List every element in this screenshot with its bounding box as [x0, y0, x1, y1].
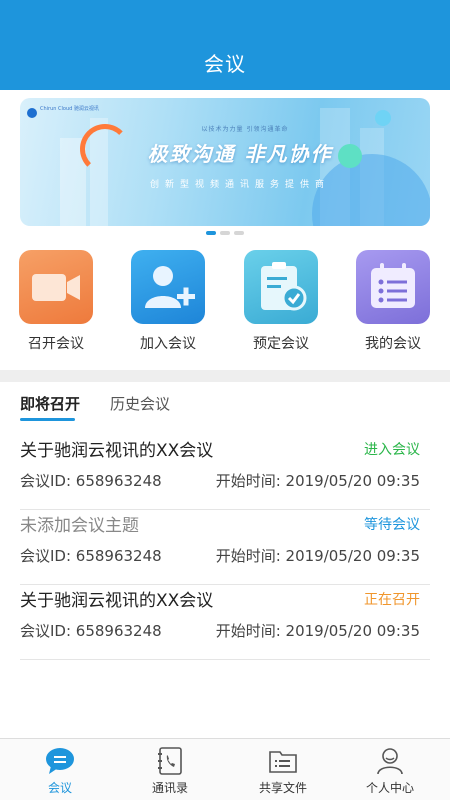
quick-action-label: 预定会议	[253, 336, 309, 352]
video-camera-icon	[19, 250, 93, 324]
nav-label: 通讯录	[151, 781, 188, 795]
nav-shared-files[interactable]: 共享文件	[227, 739, 339, 800]
banner-subslogan: 创新型视频通讯服务提供商	[149, 180, 330, 190]
app-header: 会议	[0, 0, 450, 90]
banner-logo-text: Chirun Cloud 驰润云视讯	[40, 106, 99, 112]
join-meeting-button[interactable]: 加入会议	[123, 250, 213, 353]
bottom-navigation: 会议 通讯录 共享文件 个人中心	[0, 738, 450, 800]
nav-label: 个人中心	[365, 781, 414, 795]
waiting-meeting-status[interactable]: 等待会议	[364, 514, 420, 534]
start-meeting-button[interactable]: 召开会议	[11, 250, 101, 353]
meeting-title: 关于驰润云视讯的XX会议	[20, 591, 214, 611]
meeting-item[interactable]: 关于驰润云视讯的XX会议 正在召开 会议ID: 658963248 开始时间: …	[20, 586, 430, 660]
meeting-title: 未添加会议主题	[20, 516, 139, 536]
nav-label: 会议	[47, 781, 72, 795]
calendar-list-icon	[356, 250, 430, 324]
meeting-id: 会议ID: 658963248	[20, 472, 162, 490]
folder-icon	[268, 746, 298, 776]
meeting-id: 会议ID: 658963248	[20, 622, 162, 640]
tab-upcoming[interactable]: 即将召开	[20, 393, 80, 414]
nav-label: 共享文件	[258, 781, 307, 795]
promo-banner[interactable]: Chirun Cloud 驰润云视讯 以技术为力量 引领沟通革命 极致沟通 非凡…	[20, 98, 430, 226]
quick-action-label: 我的会议	[365, 336, 421, 352]
tab-history[interactable]: 历史会议	[110, 393, 170, 414]
nav-profile[interactable]: 个人中心	[334, 739, 446, 800]
phone-book-icon	[155, 746, 185, 776]
clipboard-check-icon	[244, 250, 318, 324]
user-add-icon	[131, 250, 205, 324]
meeting-item[interactable]: 关于驰润云视讯的XX会议 进入会议 会议ID: 658963248 开始时间: …	[20, 436, 430, 510]
active-tab-indicator	[20, 418, 75, 421]
pager-dot-active[interactable]	[206, 231, 216, 235]
quick-action-label: 召开会议	[28, 336, 84, 352]
meeting-title: 关于驰润云视讯的XX会议	[20, 441, 214, 461]
brand-logo-icon	[27, 108, 37, 118]
pager-dot[interactable]	[220, 231, 230, 235]
banner-small-slogan: 以技术为力量 引领沟通革命	[201, 126, 289, 133]
meeting-start-time: 开始时间: 2019/05/20 09:35	[215, 472, 420, 490]
my-meetings-button[interactable]: 我的会议	[348, 250, 438, 353]
quick-actions: 召开会议 加入会议 预定会议 我的会议	[0, 250, 450, 356]
schedule-meeting-button[interactable]: 预定会议	[236, 250, 326, 353]
quick-action-label: 加入会议	[140, 336, 196, 352]
banner-pager	[0, 231, 450, 235]
chat-bubble-icon	[45, 746, 75, 776]
ongoing-meeting-status[interactable]: 正在召开	[364, 589, 420, 609]
nav-meetings[interactable]: 会议	[4, 739, 116, 800]
page-title: 会议	[204, 52, 246, 76]
section-divider	[0, 370, 450, 382]
nav-contacts[interactable]: 通讯录	[114, 739, 226, 800]
banner-slogan: 极致沟通 非凡协作	[147, 142, 333, 166]
meeting-id: 会议ID: 658963248	[20, 547, 162, 565]
meeting-item[interactable]: 未添加会议主题 等待会议 会议ID: 658963248 开始时间: 2019/…	[20, 511, 430, 585]
meeting-start-time: 开始时间: 2019/05/20 09:35	[215, 622, 420, 640]
meeting-start-time: 开始时间: 2019/05/20 09:35	[215, 547, 420, 565]
person-icon	[375, 746, 405, 776]
enter-meeting-button[interactable]: 进入会议	[364, 439, 420, 459]
pager-dot[interactable]	[234, 231, 244, 235]
